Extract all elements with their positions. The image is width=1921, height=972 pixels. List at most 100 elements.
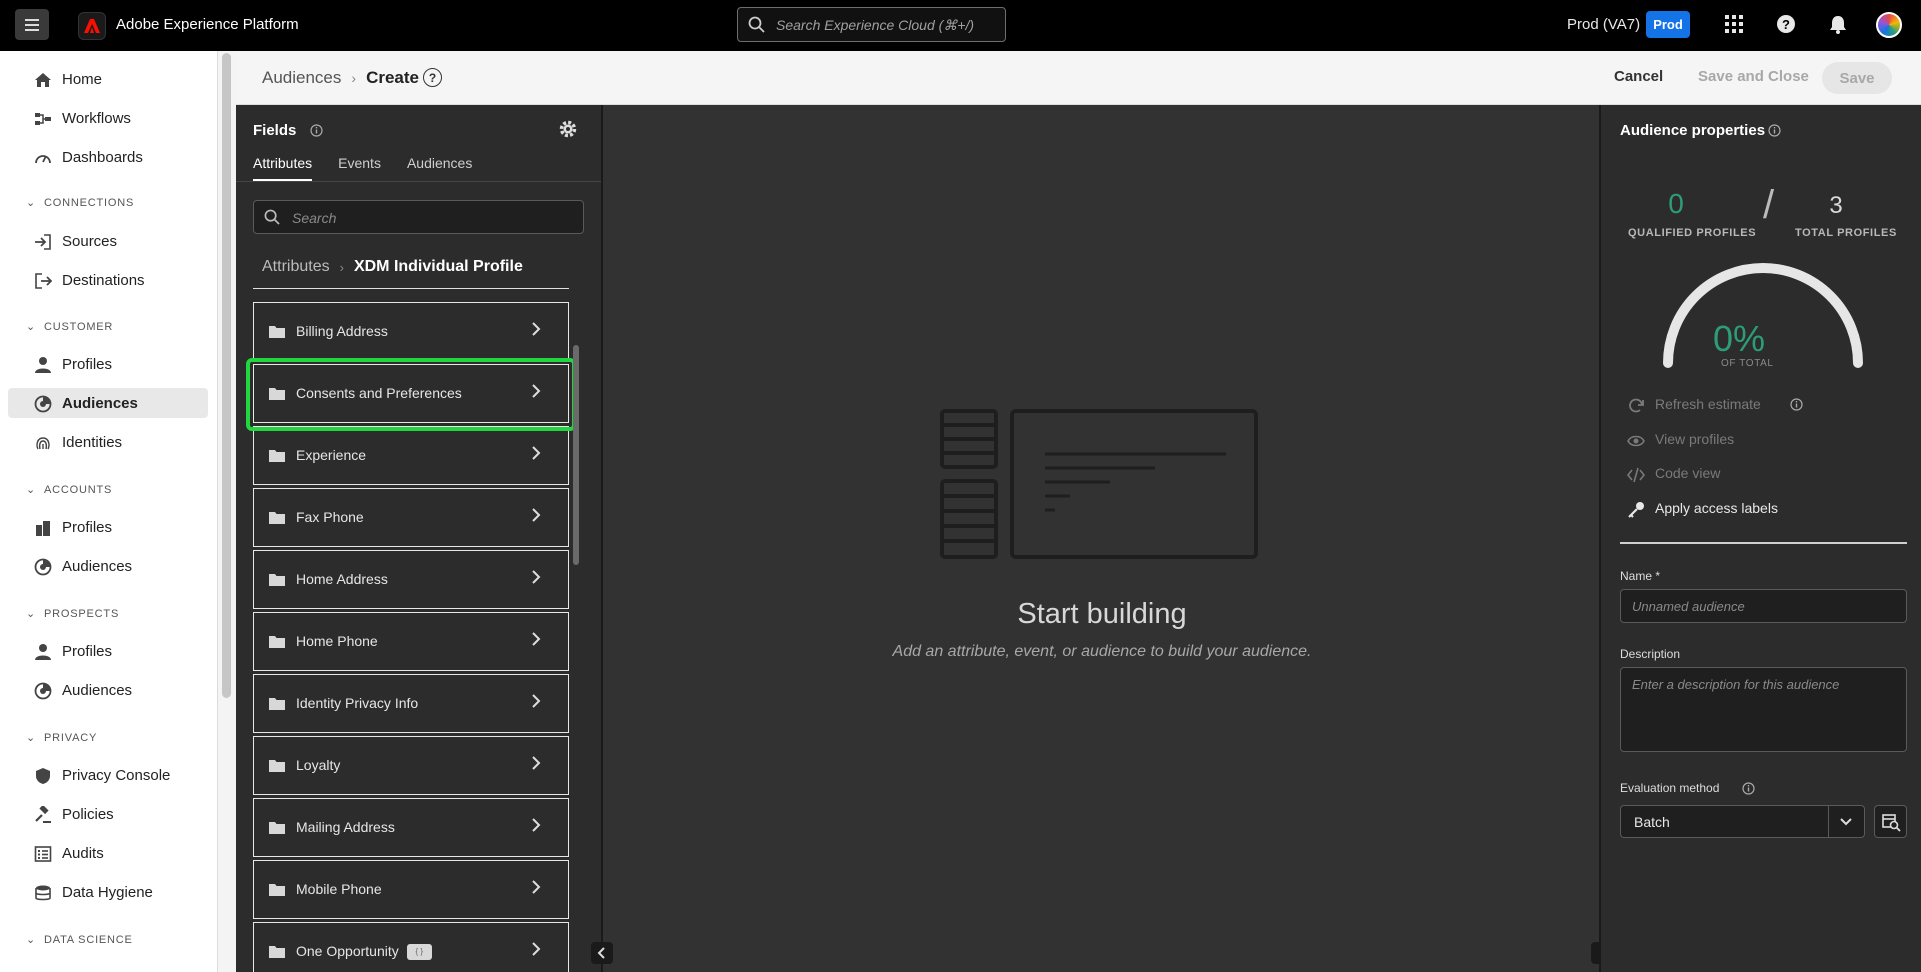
gauge-percent: 0% xyxy=(1712,318,1766,359)
audience-description-textarea[interactable]: Enter a description for this audience xyxy=(1620,667,1907,752)
info-icon[interactable] xyxy=(1790,398,1803,411)
save-button[interactable]: Save xyxy=(1822,62,1892,94)
nav-section-privacy[interactable]: ⌄ PRIVACY xyxy=(26,731,97,744)
evaluation-details-button[interactable] xyxy=(1874,805,1907,838)
nav-label: Audiences xyxy=(62,558,133,575)
nav-item-identities[interactable]: Identities xyxy=(8,427,208,457)
nav-item-customer-audiences[interactable]: Audiences xyxy=(8,388,208,418)
info-icon[interactable] xyxy=(1742,782,1755,795)
list-item[interactable]: Mobile Phone xyxy=(253,860,569,919)
nav-item-accounts-profiles[interactable]: Profiles xyxy=(8,512,208,542)
help-icon[interactable]: ? xyxy=(1776,14,1796,34)
nav-item-prospects-audiences[interactable]: Audiences xyxy=(8,675,208,705)
cancel-button[interactable]: Cancel xyxy=(1614,68,1663,85)
nav-label: Dashboards xyxy=(62,149,143,166)
list-item[interactable]: One Opportunity { } xyxy=(253,922,569,972)
nav-label: Sources xyxy=(62,233,118,250)
tab-audiences[interactable]: Audiences xyxy=(407,155,472,181)
nav-label: Profiles xyxy=(62,356,113,373)
info-icon[interactable] xyxy=(310,124,323,137)
chevron-right-icon xyxy=(532,880,541,894)
nav-item-home[interactable]: Home xyxy=(8,64,208,94)
nav-item-accounts-audiences[interactable]: Audiences xyxy=(8,551,208,581)
nav-item-customer-profiles[interactable]: Profiles xyxy=(8,349,208,379)
nav-label: Workflows xyxy=(62,110,131,127)
search-icon xyxy=(748,16,765,33)
list-item[interactable]: Experience xyxy=(253,426,569,485)
left-navigation: Home Workflows Dashboards ⌄ CONNECTIONS S… xyxy=(0,51,218,972)
chevron-down-icon: ⌄ xyxy=(26,321,37,333)
tabs-divider xyxy=(236,181,601,182)
chevron-right-icon xyxy=(532,632,541,646)
nav-item-policies[interactable]: Policies xyxy=(8,799,208,829)
chevron-down-icon: ⌄ xyxy=(26,934,37,946)
list-item[interactable]: Home Phone xyxy=(253,612,569,671)
list-item-label: One Opportunity xyxy=(296,943,399,959)
search-placeholder: Search Experience Cloud (⌘+/) xyxy=(776,17,975,33)
nav-item-data-hygiene[interactable]: Data Hygiene xyxy=(8,877,208,907)
chevron-down-icon: ⌄ xyxy=(26,484,37,496)
apps-grid-icon[interactable] xyxy=(1724,14,1744,34)
nav-section-customer[interactable]: ⌄ CUSTOMER xyxy=(26,320,113,333)
destinations-icon xyxy=(35,273,52,289)
avatar[interactable] xyxy=(1876,12,1902,38)
evaluation-method-select[interactable]: Batch xyxy=(1620,805,1865,838)
empty-state-title: Start building xyxy=(1017,598,1187,630)
breadcrumb-attributes[interactable]: Attributes xyxy=(262,258,330,276)
list-item[interactable]: Identity Privacy Info xyxy=(253,674,569,733)
nav-section-data-science[interactable]: ⌄ DATA SCIENCE xyxy=(26,933,133,946)
nav-section-connections[interactable]: ⌄ CONNECTIONS xyxy=(26,196,134,209)
help-icon[interactable]: ? xyxy=(423,68,442,87)
collapse-left-panel-button[interactable] xyxy=(591,942,613,964)
chevron-down-icon xyxy=(1840,818,1852,826)
chevron-right-icon xyxy=(532,942,541,956)
org-switcher[interactable]: Prod (VA7) xyxy=(1567,16,1640,33)
info-icon[interactable] xyxy=(1768,124,1781,137)
app-title[interactable]: Adobe Experience Platform xyxy=(116,16,299,33)
folder-icon xyxy=(269,636,285,648)
gavel-icon xyxy=(35,806,51,823)
description-label: Description xyxy=(1620,647,1681,661)
nav-section-prospects[interactable]: ⌄ PROSPECTS xyxy=(26,607,119,620)
nav-item-workflows[interactable]: Workflows xyxy=(8,103,208,133)
audience-name-input[interactable]: Unnamed audience xyxy=(1620,589,1907,623)
chevron-down-icon: ⌄ xyxy=(26,197,37,209)
breadcrumb: Audiences › Create xyxy=(262,68,419,88)
list-item[interactable]: Billing Address xyxy=(253,302,569,361)
nav-item-audits[interactable]: Audits xyxy=(8,838,208,868)
fields-scrollbar[interactable] xyxy=(573,345,579,565)
list-item[interactable]: Home Address xyxy=(253,550,569,609)
list-item[interactable]: Mailing Address xyxy=(253,798,569,857)
search-placeholder: Search xyxy=(292,210,337,226)
list-item[interactable]: Fax Phone xyxy=(253,488,569,547)
nav-item-dashboards[interactable]: Dashboards xyxy=(8,142,208,172)
nav-item-prospects-profiles[interactable]: Profiles xyxy=(8,636,208,666)
menu-icon[interactable] xyxy=(15,9,49,40)
refresh-icon xyxy=(1629,398,1644,413)
gear-icon[interactable] xyxy=(558,119,578,139)
workflow-icon xyxy=(35,113,51,125)
save-and-close-button[interactable]: Save and Close xyxy=(1698,68,1809,85)
adobe-logo-icon[interactable] xyxy=(78,12,106,40)
search-icon xyxy=(264,209,280,225)
nav-item-destinations[interactable]: Destinations xyxy=(8,265,208,295)
name-label: Name * xyxy=(1620,569,1661,583)
profiles-separator: / xyxy=(1763,183,1775,227)
shield-icon xyxy=(36,768,50,784)
tab-events[interactable]: Events xyxy=(338,155,381,181)
tab-attributes[interactable]: Attributes xyxy=(253,155,313,181)
object-tag-icon: { } xyxy=(406,944,432,961)
nav-item-privacy-console[interactable]: Privacy Console xyxy=(8,760,208,790)
global-search-input[interactable]: Search Experience Cloud (⌘+/) xyxy=(737,7,1006,42)
fields-search-input[interactable]: Search xyxy=(253,200,584,234)
breadcrumb-audiences[interactable]: Audiences xyxy=(262,68,341,88)
nav-item-sources[interactable]: Sources xyxy=(8,226,208,256)
bell-icon[interactable] xyxy=(1828,14,1848,34)
nav-section-accounts[interactable]: ⌄ ACCOUNTS xyxy=(26,483,112,496)
total-profiles-value: 3 xyxy=(1829,192,1843,219)
sandbox-badge[interactable]: Prod xyxy=(1646,11,1690,38)
chevron-right-icon xyxy=(532,508,541,522)
top-bar: Adobe Experience Platform Search Experie… xyxy=(0,0,1921,51)
list-item[interactable]: Loyalty xyxy=(253,736,569,795)
nav-scrollbar[interactable] xyxy=(222,53,231,698)
